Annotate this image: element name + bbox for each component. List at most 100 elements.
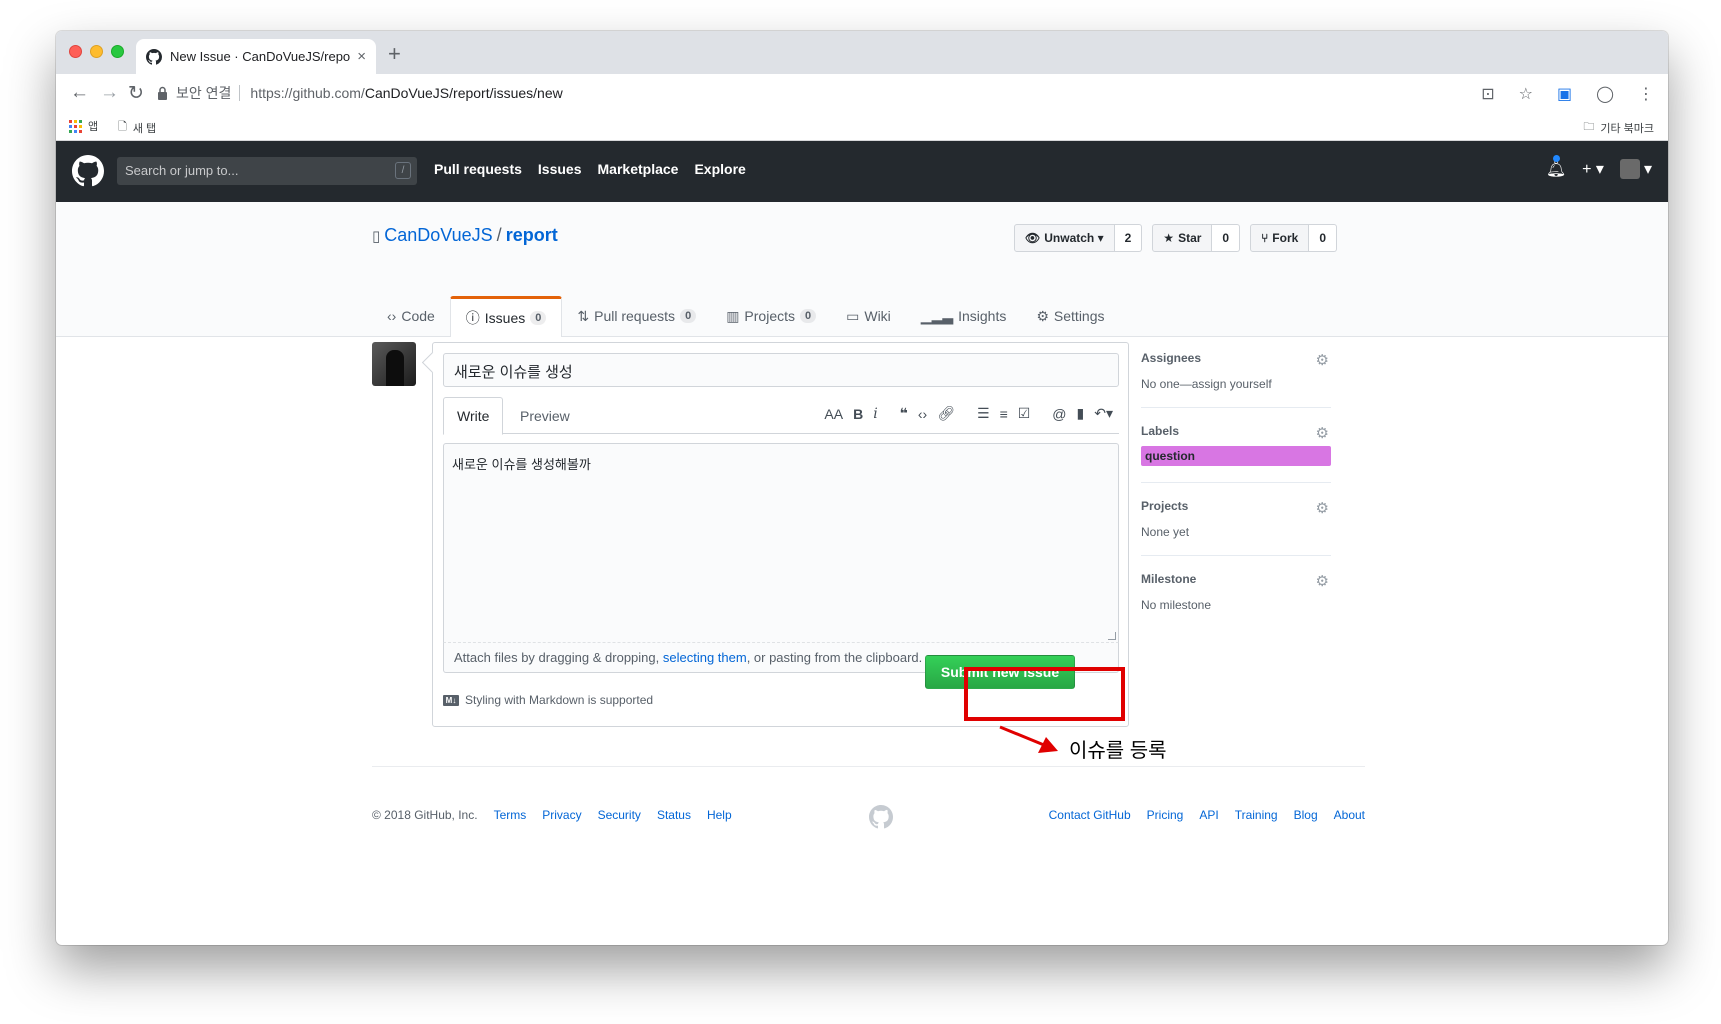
- address-bar[interactable]: 보안 연결 https://github.com/CanDoVueJS/repo…: [157, 78, 1527, 108]
- notifications-bell-icon[interactable]: 🔔︎: [1546, 155, 1566, 179]
- header-text-icon[interactable]: AA: [824, 406, 843, 422]
- github-logo-icon[interactable]: [72, 155, 104, 187]
- repo-owner-link[interactable]: CanDoVueJS: [384, 225, 492, 246]
- extension-icon[interactable]: ▣: [1557, 84, 1572, 104]
- tab-code[interactable]: ‹› Code: [372, 296, 450, 336]
- italic-icon[interactable]: i: [873, 406, 877, 422]
- translate-icon[interactable]: ⊡: [1481, 84, 1494, 104]
- tab-pull-requests[interactable]: ⇅ Pull requests 0: [562, 296, 711, 336]
- footer-api-link[interactable]: API: [1199, 808, 1218, 822]
- tab-issues[interactable]: ⓘ Issues 0: [449, 296, 563, 337]
- ordered-list-icon[interactable]: ≡: [1000, 406, 1008, 422]
- footer-left-links: © 2018 GitHub, Inc. Terms Privacy Securi…: [372, 808, 732, 822]
- markdown-note-label: Styling with Markdown is supported: [465, 693, 654, 707]
- newtab-bookmark[interactable]: 🗋 새 탭: [118, 118, 156, 137]
- issue-opened-icon: ⓘ: [465, 310, 480, 326]
- more-menu-icon[interactable]: ⋮: [1638, 84, 1654, 104]
- apps-bookmark[interactable]: 앱: [69, 118, 98, 134]
- address-divider: [239, 85, 241, 101]
- tab-write[interactable]: Write: [443, 397, 504, 435]
- nav-explore[interactable]: Explore: [694, 161, 745, 177]
- tab-preview[interactable]: Preview: [507, 397, 583, 434]
- user-menu[interactable]: ▾: [1619, 159, 1652, 179]
- author-avatar[interactable]: [372, 342, 416, 386]
- task-list-icon[interactable]: ☑: [1018, 405, 1031, 422]
- footer-github-mark-icon[interactable]: [869, 805, 893, 829]
- tab-projects[interactable]: ▥ Projects 0: [711, 296, 831, 336]
- issue-title-input[interactable]: 새로운 이슈를 생성: [443, 353, 1119, 387]
- unwatch-button[interactable]: 👁︎ Unwatch ▾: [1014, 224, 1115, 252]
- attach-text-before: Attach files by dragging & dropping,: [454, 650, 663, 665]
- code-icon[interactable]: ‹›: [918, 406, 927, 422]
- create-new-plus-icon[interactable]: + ▾: [1582, 159, 1604, 179]
- forward-arrow-icon[interactable]: →: [100, 82, 119, 104]
- footer-help-link[interactable]: Help: [707, 808, 732, 822]
- github-header: Search or jump to... / Pull requests Iss…: [56, 141, 1668, 202]
- footer-pricing-link[interactable]: Pricing: [1147, 808, 1184, 822]
- reload-icon[interactable]: ↻: [128, 82, 144, 105]
- new-tab-button[interactable]: +: [388, 41, 401, 67]
- tab-settings[interactable]: ⚙ Settings: [1021, 296, 1119, 336]
- secure-connection-label: 보안 연결: [176, 85, 232, 101]
- select-files-link[interactable]: selecting them: [663, 650, 747, 665]
- bookmark-icon[interactable]: ▮: [1077, 405, 1085, 422]
- close-window-button[interactable]: [69, 45, 82, 58]
- minimize-window-button[interactable]: [90, 45, 103, 58]
- quote-icon[interactable]: ❝: [900, 405, 908, 422]
- resize-handle-icon[interactable]: [1108, 632, 1116, 640]
- bookmark-star-icon[interactable]: ☆: [1519, 84, 1533, 104]
- projects-gear-icon[interactable]: ⚙: [1316, 499, 1329, 517]
- assignees-gear-icon[interactable]: ⚙: [1316, 351, 1329, 369]
- zoom-window-button[interactable]: [111, 45, 124, 58]
- attach-text-after: , or pasting from the clipboard.: [746, 650, 923, 665]
- avatar: [1619, 159, 1640, 179]
- fork-icon: ⑂: [1261, 231, 1269, 245]
- star-label: Star: [1178, 231, 1202, 245]
- star-button[interactable]: ★ Star: [1152, 224, 1213, 252]
- tab-projects-label: Projects: [744, 308, 795, 324]
- footer-security-link[interactable]: Security: [598, 808, 641, 822]
- tab-wiki[interactable]: ▭ Wiki: [831, 296, 906, 336]
- repo-separator: /: [496, 225, 502, 245]
- tab-issues-label: Issues: [484, 310, 526, 326]
- back-arrow-icon[interactable]: ←: [70, 82, 89, 104]
- other-bookmarks[interactable]: 🗀 기타 북마크: [1583, 118, 1654, 137]
- label-question[interactable]: question: [1141, 446, 1331, 466]
- stars-count[interactable]: 0: [1212, 224, 1241, 252]
- issues-counter: 0: [530, 311, 547, 325]
- book-icon: ▭: [846, 307, 860, 324]
- issue-sidebar: Assignees ⚙ No one—assign yourself Label…: [1141, 351, 1331, 644]
- nav-marketplace[interactable]: Marketplace: [598, 161, 679, 177]
- tab-insights[interactable]: ▁▂▃ Insights: [906, 296, 1022, 336]
- footer-privacy-link[interactable]: Privacy: [542, 808, 581, 822]
- footer-about-link[interactable]: About: [1334, 808, 1365, 822]
- milestone-gear-icon[interactable]: ⚙: [1316, 572, 1329, 590]
- footer-status-link[interactable]: Status: [657, 808, 691, 822]
- labels-gear-icon[interactable]: ⚙: [1316, 424, 1329, 442]
- editor-tabs: Write Preview AA B i ❝ ‹› 🔗︎ ☰ ≡ ☑ @ ▮ ↶…: [443, 397, 1119, 435]
- mention-icon[interactable]: @: [1052, 406, 1066, 422]
- search-input[interactable]: Search or jump to... /: [117, 157, 417, 185]
- fork-button[interactable]: ⑂ Fork: [1250, 224, 1310, 252]
- footer-contact-link[interactable]: Contact GitHub: [1049, 808, 1131, 822]
- gear-icon: ⚙: [1036, 307, 1049, 324]
- repo-name-link[interactable]: report: [506, 225, 558, 246]
- forks-count[interactable]: 0: [1309, 224, 1337, 252]
- assignees-value[interactable]: No one—assign yourself: [1141, 377, 1331, 391]
- profile-icon[interactable]: ◯: [1596, 84, 1614, 104]
- reply-icon[interactable]: ↶▾: [1094, 405, 1113, 422]
- unordered-list-icon[interactable]: ☰: [977, 405, 990, 422]
- tab-close-icon[interactable]: ×: [357, 48, 366, 65]
- nav-pull-requests[interactable]: Pull requests: [434, 161, 522, 177]
- footer-terms-link[interactable]: Terms: [494, 808, 527, 822]
- bold-icon[interactable]: B: [853, 406, 863, 422]
- browser-tab[interactable]: New Issue · CanDoVueJS/repor ×: [136, 39, 376, 74]
- issue-body-textarea[interactable]: 새로운 이슈를 생성해볼까: [443, 443, 1119, 643]
- link-icon[interactable]: 🔗︎: [937, 405, 955, 422]
- footer-training-link[interactable]: Training: [1235, 808, 1278, 822]
- watchers-count[interactable]: 2: [1114, 224, 1143, 252]
- nav-issues[interactable]: Issues: [538, 161, 582, 177]
- footer-blog-link[interactable]: Blog: [1294, 808, 1318, 822]
- markdown-help[interactable]: M↓ Styling with Markdown is supported: [443, 693, 653, 707]
- slash-shortcut-badge: /: [395, 162, 411, 179]
